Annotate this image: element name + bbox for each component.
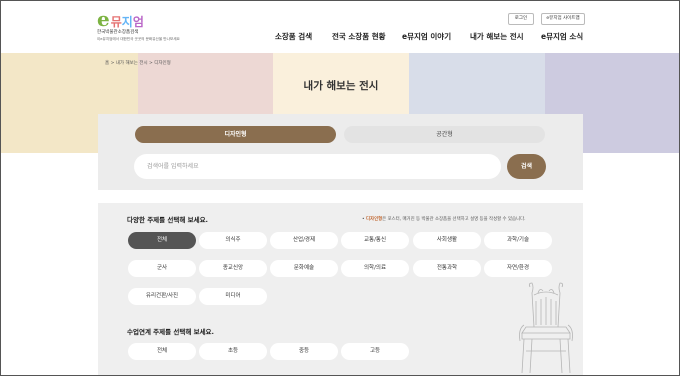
topic-chip[interactable]: 자연/환경 [484,260,552,277]
topic-chip[interactable]: 종교신앙 [199,260,267,277]
topic-chip[interactable]: 군사 [128,260,196,277]
search-input[interactable]: 검색어를 입력하세요 [134,154,501,179]
topic-chip[interactable]: 전통과학 [413,260,481,277]
sitemap-button[interactable]: e뮤지엄 사이트맵 [541,13,585,25]
nav-item-my-exhibition[interactable]: 내가 해보는 전시 [470,31,524,42]
topic-chip[interactable]: 유리건판/사진 [128,288,196,305]
logo-char-3: 엄 [132,15,144,29]
topic-note-highlight: 디자인형 [366,217,383,222]
search-panel: 디자인형 공간형 검색어를 입력하세요 검색 [98,114,583,190]
topic-chip[interactable]: 교통/통신 [341,232,409,249]
topic-chip[interactable]: 미디어 [199,288,267,305]
topic-chip[interactable]: 과학/기술 [484,232,552,249]
grade-chip-elementary[interactable]: 초등 [199,343,267,360]
logo-wordmark: 뮤지엄 [111,14,144,30]
breadcrumb[interactable]: 홈 > 내가 해보는 전시 > 디자인형 [105,60,171,66]
topic-chip-all[interactable]: 전체 [128,232,196,249]
topic-chip[interactable]: 사회생활 [413,232,481,249]
page-frame: e 뮤지엄 한국박물관소장품검색 이e뮤지엄에서 대한민국 곳곳의 문화유산을 … [0,0,680,376]
nav-item-emuseum-story[interactable]: e뮤지엄 이야기 [402,31,451,42]
topic-chip[interactable]: 산업/경제 [270,232,338,249]
topic-note: • 디자인형은 포스터, 매거진 등 박물관 소장품을 선택하고 설명 등을 작… [362,217,526,222]
logo-char-1: 뮤 [110,15,122,29]
chair-illustration [519,282,573,374]
logo-char-2: 지 [121,15,133,29]
nav-item-emuseum-news[interactable]: e뮤지엄 소식 [541,31,583,42]
logo-mark: e 뮤지엄 [97,7,144,31]
grade-chip-high[interactable]: 고등 [341,343,409,360]
logo-letter-e: e [97,7,110,31]
tab-space-type[interactable]: 공간형 [344,126,545,143]
topic-chip[interactable]: 의식주 [199,232,267,249]
grade-chip-middle[interactable]: 중등 [270,343,338,360]
login-button[interactable]: 로그인 [508,13,534,25]
topic-note-text: 은 포스터, 매거진 등 박물관 소장품을 선택하고 설명 등을 작성할 수 있… [382,217,526,222]
site-header: e 뮤지엄 한국박물관소장품검색 이e뮤지엄에서 대한민국 곳곳의 문화유산을 … [1,1,679,53]
topic-chip[interactable]: 문화예술 [270,260,338,277]
tab-design-type[interactable]: 디자인형 [135,126,336,143]
topic-section-title: 다양한 주제를 선택해 보세요. [127,216,209,224]
nav-item-collection-search[interactable]: 소장품 검색 [275,31,312,42]
topic-panel: 다양한 주제를 선택해 보세요. • 디자인형은 포스터, 매거진 등 박물관 … [98,203,583,375]
page-title: 내가 해보는 전시 [303,80,379,92]
topic-chip[interactable]: 의학/의료 [341,260,409,277]
search-button[interactable]: 검색 [507,154,546,179]
nav-item-collection-status[interactable]: 전국 소장품 현황 [332,31,386,42]
main-nav: 소장품 검색 전국 소장품 현황 e뮤지엄 이야기 내가 해보는 전시 e뮤지엄… [1,31,679,43]
grade-section-title: 수업연계 주제를 선택해 보세요. [127,328,214,336]
grade-chip-all[interactable]: 전체 [128,343,196,360]
